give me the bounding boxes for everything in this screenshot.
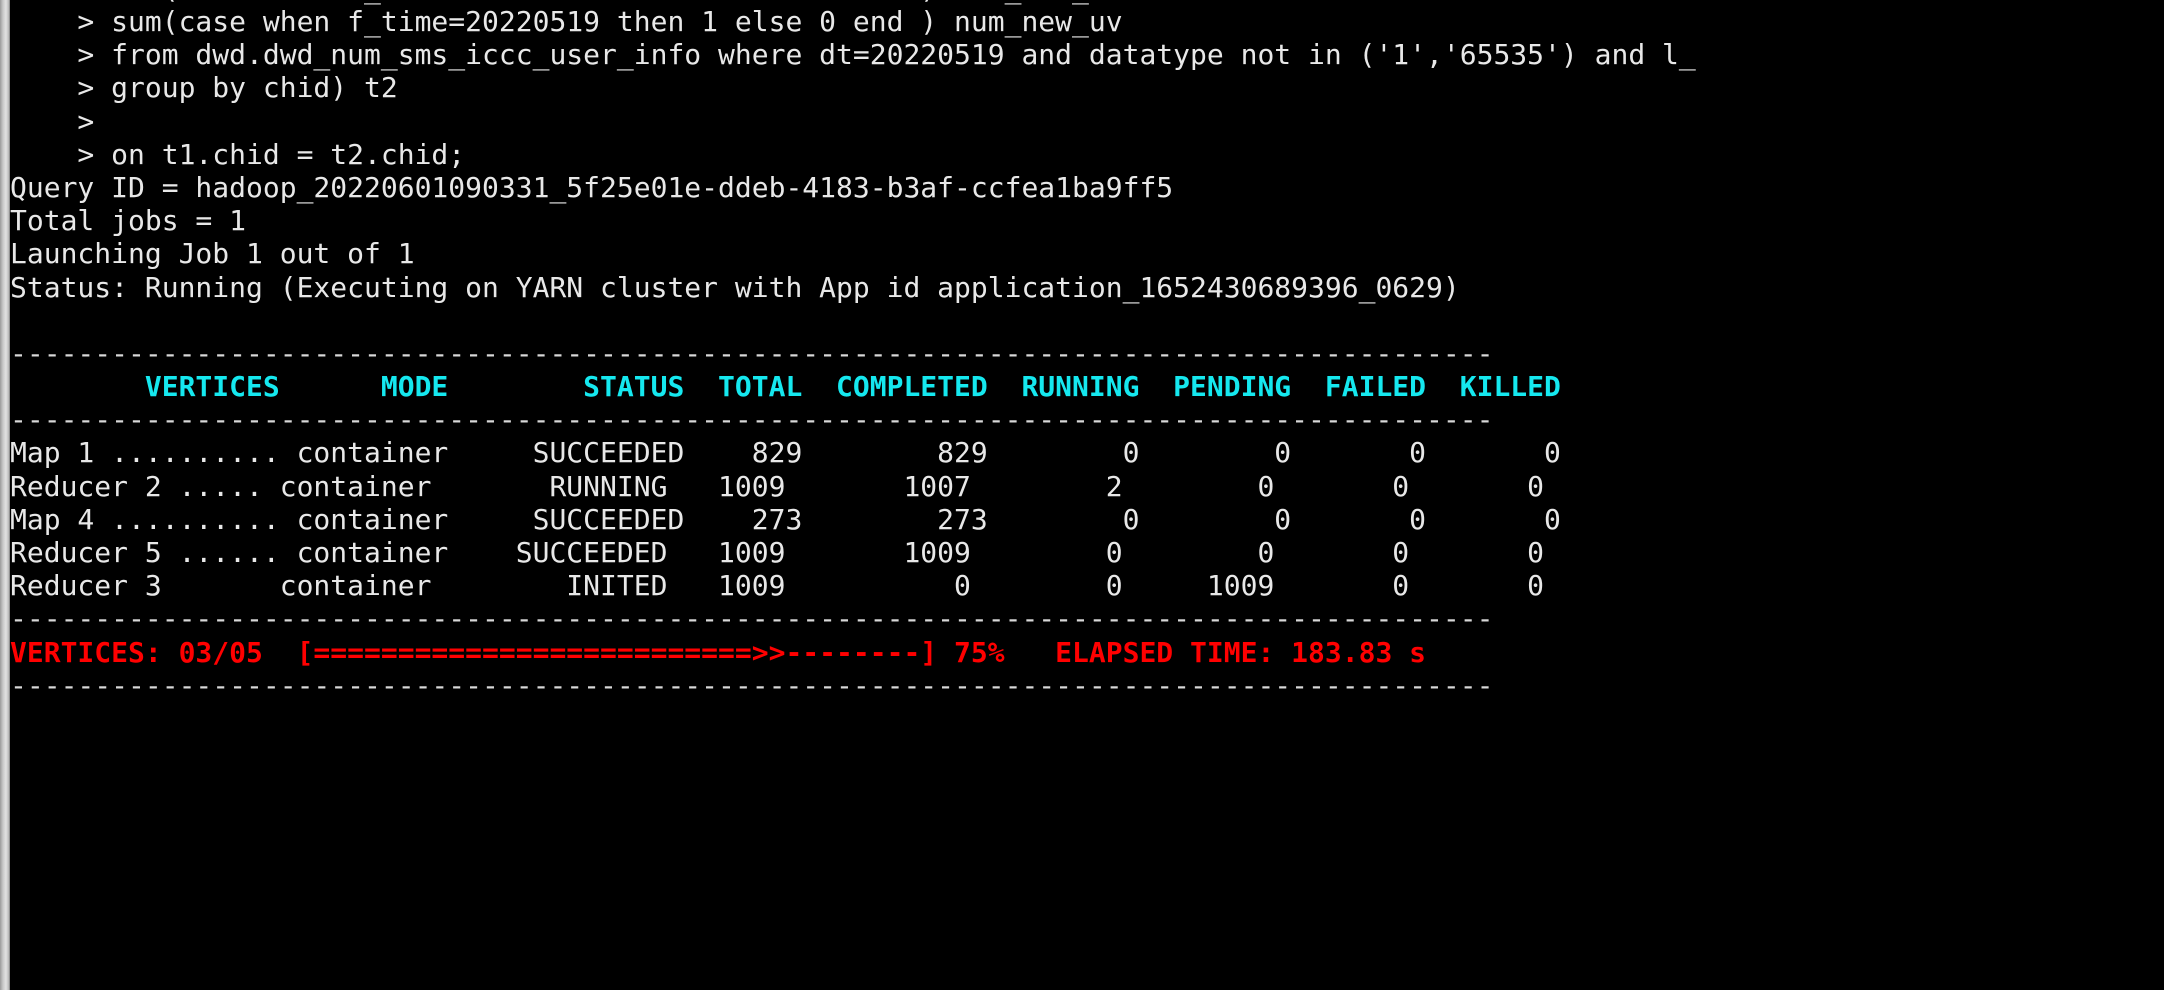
table-separator-top: ----------------------------------------…: [10, 336, 1494, 370]
query-line-group-by: > group by chid) t2: [10, 71, 398, 105]
table-separator-footer: ----------------------------------------…: [10, 668, 1494, 702]
query-line-on-join: > on t1.chid = t2.chid;: [10, 137, 466, 171]
terminal-screen[interactable]: > sum(case when f_time=20220519 then 1 e…: [10, 0, 2164, 990]
query-line-clipped: > sum(case when f_time=20220519 then 1 e…: [10, 0, 2164, 5]
clipped-top-line: > sum(case when f_time=20220519 then 1 e…: [10, 0, 2164, 5]
window-left-gutter[interactable]: [0, 0, 10, 990]
table-row: Map 1 .......... container SUCCEEDED 829…: [10, 436, 1561, 470]
query-id-line: Query ID = hadoop_20220601090331_5f25e01…: [10, 170, 1174, 204]
table-row: Reducer 2 ..... container RUNNING 1009 1…: [10, 469, 1545, 503]
query-line-sum: > sum(case when f_time=20220519 then 1 e…: [10, 5, 1123, 38]
table-separator-header: ----------------------------------------…: [10, 403, 1494, 437]
status-line: Status: Running (Executing on YARN clust…: [10, 270, 1460, 304]
progress-bar-line: VERTICES: 03/05 [=======================…: [10, 635, 1427, 669]
table-header-row: VERTICES MODE STATUS TOTAL COMPLETED RUN…: [10, 370, 1561, 404]
query-line-from: > from dwd.dwd_num_sms_iccc_user_info wh…: [10, 38, 1696, 72]
table-separator-bottom: ----------------------------------------…: [10, 602, 1494, 636]
query-line-empty-prompt: >: [10, 104, 95, 138]
terminal-window: > sum(case when f_time=20220519 then 1 e…: [0, 0, 2164, 990]
table-row: Map 4 .......... container SUCCEEDED 273…: [10, 502, 1561, 536]
total-jobs-line: Total jobs = 1: [10, 204, 247, 238]
launching-job-line: Launching Job 1 out of 1: [10, 237, 415, 271]
table-row: Reducer 5 ...... container SUCCEEDED 100…: [10, 536, 1545, 569]
table-row: Reducer 3 container INITED 1009 0 0 1009…: [10, 569, 1545, 603]
